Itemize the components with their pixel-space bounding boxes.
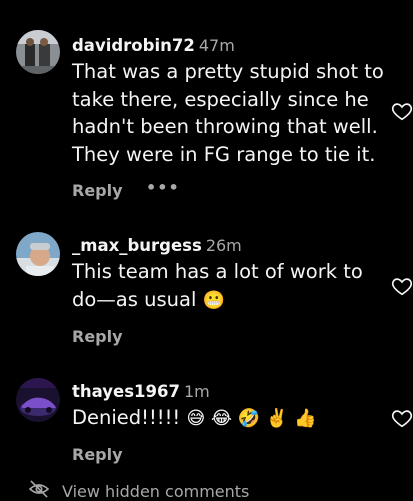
avatar[interactable] <box>16 232 60 276</box>
comment-header: davidrobin72 47m <box>72 36 235 55</box>
timestamp: 47m <box>198 36 235 55</box>
comment-text: That was a pretty stupid shot to take th… <box>72 60 384 166</box>
heart-outline-icon[interactable] <box>391 407 413 429</box>
reply-button[interactable]: Reply <box>72 445 123 464</box>
username[interactable]: davidrobin72 <box>72 36 195 55</box>
comment-header: thayes1967 1m <box>72 382 210 401</box>
comment-text-body: Denied!!!!! <box>72 406 187 429</box>
heart-outline-icon[interactable] <box>391 100 413 122</box>
comment-header: _max_burgess 26m <box>72 236 242 255</box>
more-dots-icon[interactable]: ••• <box>146 178 180 197</box>
timestamp: 26m <box>205 236 242 255</box>
timestamp: 1m <box>183 382 210 401</box>
comment-text: Denied!!!!! 😅 😂 🤣 ✌️ 👍 <box>72 404 387 433</box>
username[interactable]: _max_burgess <box>72 236 202 255</box>
heart-outline-icon[interactable] <box>391 275 413 297</box>
reply-button[interactable]: Reply <box>72 327 123 346</box>
emoji-group: 😅 😂 🤣 ✌️ 👍 <box>186 408 317 429</box>
eye-slash-icon <box>28 480 50 498</box>
view-hidden-comments-label: View hidden comments <box>62 482 250 501</box>
emoji: 😬 <box>202 289 225 311</box>
avatar[interactable] <box>16 378 60 422</box>
comment-text: This team has a lot of work to do—as usu… <box>72 258 387 314</box>
username[interactable]: thayes1967 <box>72 382 180 401</box>
avatar[interactable] <box>16 30 60 74</box>
reply-button[interactable]: Reply <box>72 181 123 200</box>
